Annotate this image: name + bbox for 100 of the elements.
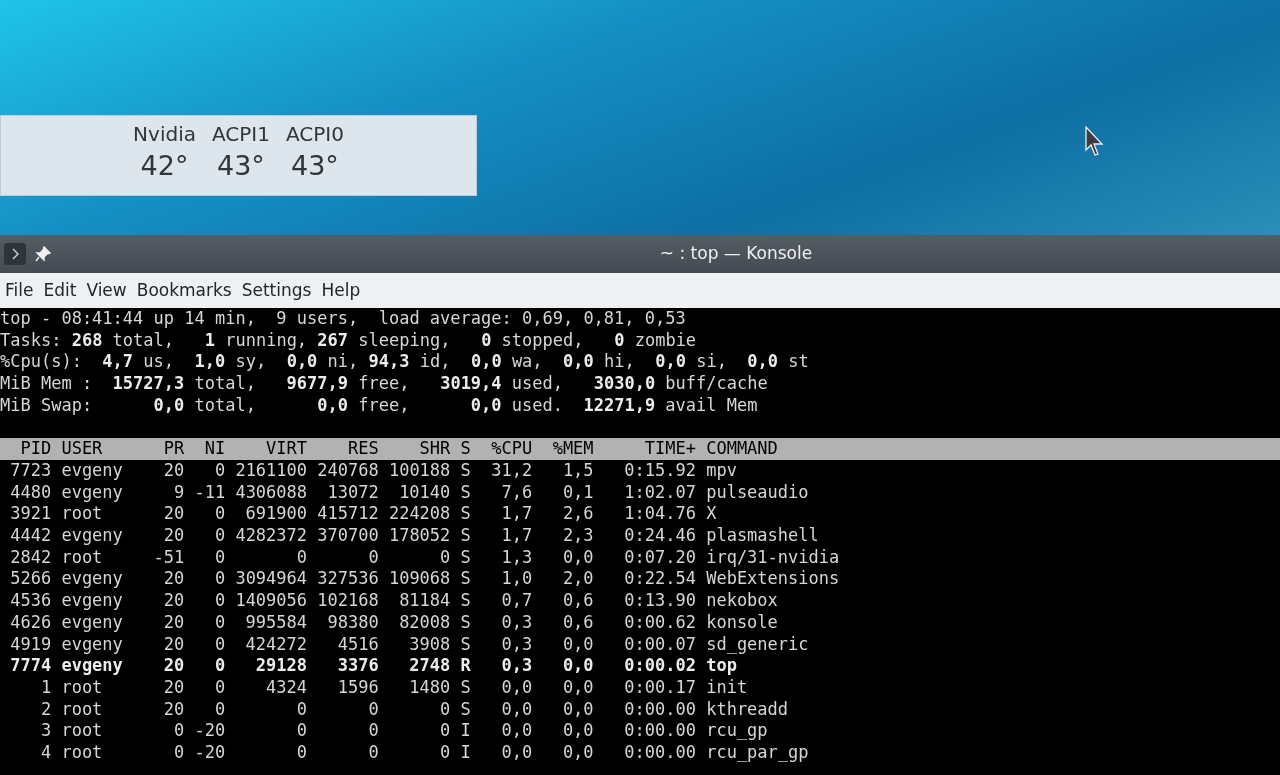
table-cell-text: 3376 xyxy=(336,655,379,677)
table-cell-text: 31,2 xyxy=(490,459,533,482)
table-cell-text: 5266 xyxy=(9,568,52,591)
table-cell-text: 20 xyxy=(162,655,185,677)
table-cell-text: 0,0 xyxy=(561,698,594,721)
table-cell-text: 3921 xyxy=(9,503,52,526)
table-cell-text: 98380 xyxy=(326,611,379,634)
sensor-label: ACPI0 xyxy=(285,121,344,148)
menu-item[interactable]: Bookmarks xyxy=(131,273,237,308)
column-header: S xyxy=(460,438,471,460)
menu-item[interactable]: File xyxy=(0,273,39,308)
table-cell-text: 0:24.46 xyxy=(623,525,696,547)
column-header: NI xyxy=(203,438,226,460)
table-cell-text: 20 xyxy=(162,590,185,612)
table-cell-text: 0,3 xyxy=(500,633,533,656)
table-cell-text: 2,6 xyxy=(561,503,594,526)
table-cell: irq/31-nvidia xyxy=(706,546,840,569)
summary-line: MiB Swap: 0,0 total, 0,0 free, 0,0 used. 12271,9 avail Mem xyxy=(0,394,759,417)
menu-item[interactable]: View xyxy=(81,273,132,308)
table-cell-text: 4626 xyxy=(9,611,52,634)
column-header: PR xyxy=(162,438,185,460)
table-cell-text: root xyxy=(61,742,104,764)
table-cell-text: root xyxy=(61,676,104,699)
column-header: SHR xyxy=(418,438,451,460)
table-cell: S xyxy=(460,503,471,526)
column-header: TIME+ xyxy=(643,438,696,460)
table-cell-text: 4516 xyxy=(336,633,379,656)
table-cell-text: 1,5 xyxy=(561,459,594,482)
menu-item[interactable]: Edit xyxy=(38,273,82,308)
summary-line: MiB Mem : 15727,3 total, 9677,9 free, 3019,4 used, 3030,0 buff/cache xyxy=(0,373,769,395)
table-cell: 327536 xyxy=(317,568,379,591)
table-cell-text: 0,3 xyxy=(500,611,533,634)
table-cell-text: 0 xyxy=(172,720,185,743)
table-cell: 109068 xyxy=(388,568,451,591)
table-cell-text: 13072 xyxy=(326,481,379,504)
table-cell: mpv xyxy=(706,459,737,482)
summary-line: %Cpu(s): 4,7 us, 1,0 sy, 0,0 ni, 94,3 id, 0,0 wa, 0,0 hi, 0,0 si, 0,0 st xyxy=(0,351,810,374)
table-cell-text: root xyxy=(61,698,104,721)
table-cell: 240768 xyxy=(317,459,379,482)
table-cell-text: 1480 xyxy=(408,676,451,699)
table-cell-text: 0,7 xyxy=(500,590,533,612)
mouse-cursor-icon xyxy=(1085,126,1105,158)
table-cell: -20 xyxy=(194,742,226,764)
table-cell-text: 2,0 xyxy=(561,568,594,591)
table-cell-text: 0 xyxy=(439,720,451,743)
table-cell: -20 xyxy=(194,720,226,743)
table-cell: pulseaudio xyxy=(706,481,809,504)
table-cell-text: 0 xyxy=(213,459,226,482)
table-cell-text: evgeny xyxy=(61,525,124,547)
menu-item[interactable]: Help xyxy=(316,273,366,308)
table-cell: 415712 xyxy=(317,503,379,526)
table-cell-text: 1,7 xyxy=(500,503,533,526)
window-title: ~ : top — Konsole xyxy=(658,242,814,266)
table-cell: plasmashell xyxy=(706,525,819,547)
table-cell-text: 20 xyxy=(162,525,185,547)
table-cell-text: 0,0 xyxy=(561,655,594,677)
table-cell: -11 xyxy=(194,481,226,504)
table-cell-text: 0 xyxy=(213,546,226,569)
table-cell: 2161100 xyxy=(235,459,308,482)
terminal-icon[interactable] xyxy=(4,243,26,265)
table-cell: 100188 xyxy=(388,459,451,482)
table-cell: konsole xyxy=(706,611,778,634)
table-cell-text: 0 xyxy=(213,676,226,699)
table-cell: 370700 xyxy=(317,525,379,547)
table-cell-text: evgeny xyxy=(61,481,124,504)
table-cell: sd_generic xyxy=(706,633,809,656)
table-cell-text: 0:00.17 xyxy=(623,676,696,699)
table-cell: top xyxy=(706,655,737,677)
table-cell-text: 20 xyxy=(162,698,185,721)
table-cell-text: 20 xyxy=(162,459,185,482)
table-cell: S xyxy=(460,698,471,721)
table-cell-text: 0,6 xyxy=(561,611,594,634)
table-cell-text: 3 xyxy=(39,720,52,743)
table-cell-text: 0:00.00 xyxy=(623,698,696,721)
table-cell-text: 81184 xyxy=(398,590,451,612)
table-cell-text: 0 xyxy=(213,633,226,656)
column-header: USER xyxy=(61,438,104,460)
table-cell: 4306088 xyxy=(235,481,308,504)
table-cell-text: 1:02.07 xyxy=(623,481,696,504)
table-cell-text: 0 xyxy=(295,698,308,721)
table-cell-text: 2842 xyxy=(9,546,52,569)
table-cell-text: 0,3 xyxy=(500,655,533,677)
table-cell: S xyxy=(460,481,471,504)
table-cell: S xyxy=(460,546,471,569)
table-cell-text: root xyxy=(61,720,104,743)
menu-item[interactable]: Settings xyxy=(236,273,317,308)
sensor-label: ACPI1 xyxy=(211,121,270,148)
sensor-label: Nvidia xyxy=(133,121,196,148)
table-cell: 178052 xyxy=(388,525,451,547)
table-cell-text: 0 xyxy=(295,546,308,569)
table-cell-text: 1,7 xyxy=(500,525,533,547)
column-header: %MEM xyxy=(551,438,594,460)
table-cell-text: 0 xyxy=(439,546,451,569)
pin-icon[interactable] xyxy=(34,245,52,263)
table-cell-text: root xyxy=(61,546,104,569)
table-cell-text: 0 xyxy=(213,590,226,612)
table-cell-text: 0:15.92 xyxy=(623,459,696,482)
table-cell-text: 0 xyxy=(172,742,185,764)
summary-line: top - 08:41:44 up 14 min, 9 users, load average: 0,69, 0,81, 0,53 xyxy=(0,308,687,330)
table-cell-text: 0 xyxy=(295,720,308,743)
